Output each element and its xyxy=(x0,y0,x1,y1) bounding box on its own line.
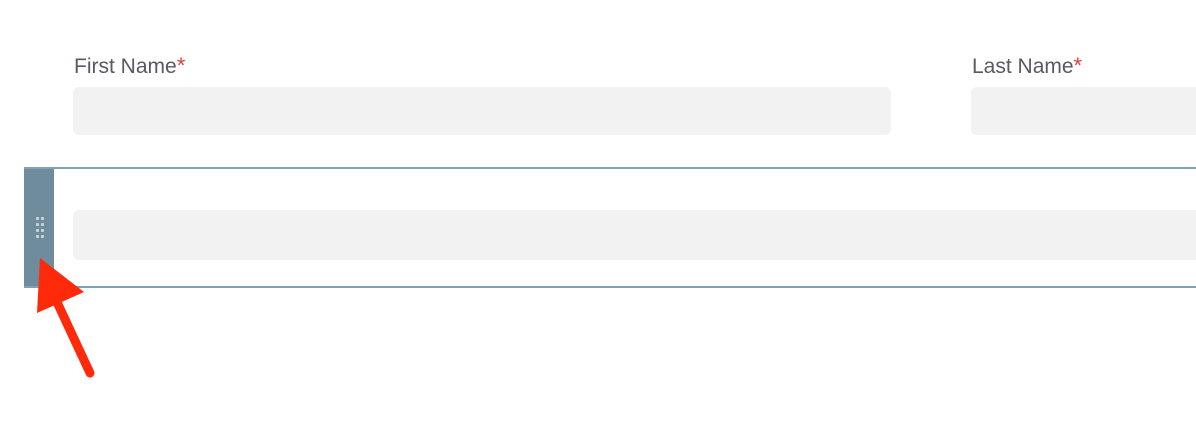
first-name-label-text: First Name xyxy=(74,55,177,78)
last-name-input[interactable] xyxy=(971,87,1196,135)
grip-dots-icon xyxy=(36,217,44,239)
required-asterisk: * xyxy=(1073,53,1083,78)
required-asterisk: * xyxy=(176,53,186,78)
selected-form-row[interactable] xyxy=(24,167,1196,288)
form-canvas: First Name* Last Name* xyxy=(0,0,1196,438)
first-name-input[interactable] xyxy=(73,87,891,135)
row-input[interactable] xyxy=(73,210,1196,260)
drag-handle[interactable] xyxy=(24,169,54,286)
first-name-label: First Name* xyxy=(74,53,186,78)
last-name-label-text: Last Name xyxy=(972,55,1074,78)
last-name-label: Last Name* xyxy=(972,53,1083,78)
